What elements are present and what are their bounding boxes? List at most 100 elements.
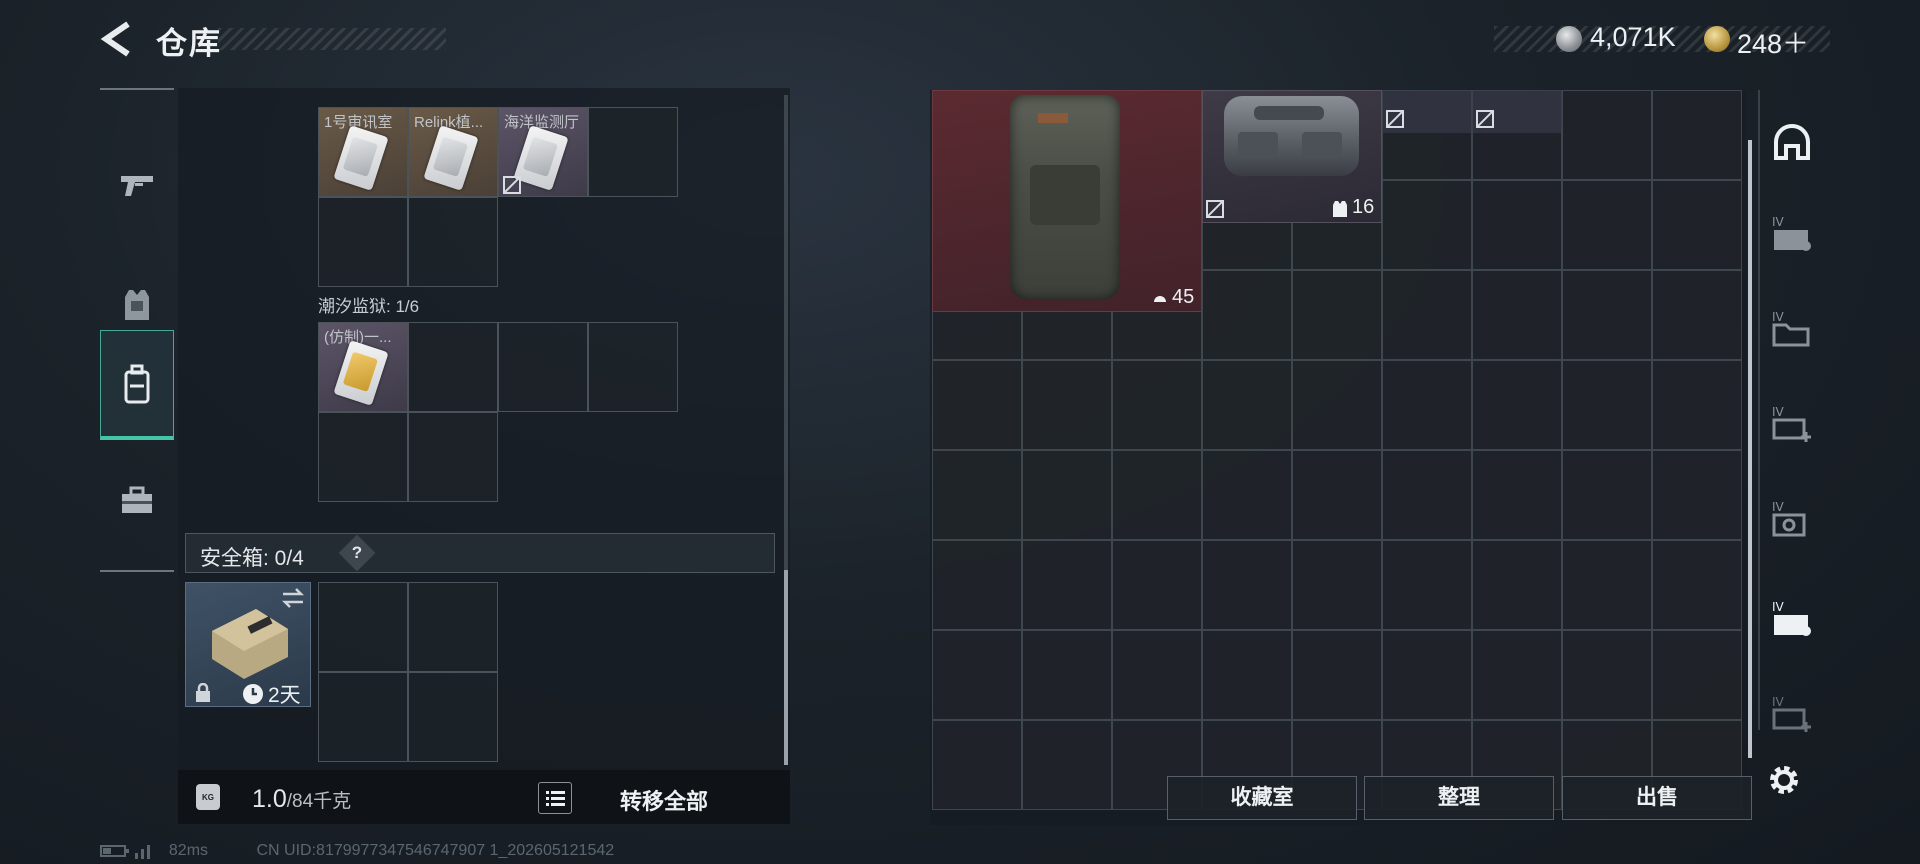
stash-slot[interactable] [1382,540,1472,630]
stash-slot[interactable] [1292,360,1382,450]
stash-scrollbar[interactable] [1748,140,1752,758]
stash-slot[interactable] [932,540,1022,630]
stash-tab-equipment[interactable]: IV [1768,595,1816,643]
stash-slot[interactable] [1202,630,1292,720]
stash-slot[interactable] [1112,540,1202,630]
empty-slot[interactable] [408,412,498,502]
stash-slot[interactable] [1382,270,1472,360]
keycard-slot[interactable]: (仿制)一... [318,322,408,412]
safe-box-header: 安全箱: 0/4 ? [185,533,775,573]
empty-slot[interactable] [408,672,498,762]
settings-button[interactable] [1766,762,1802,803]
safe-box-item[interactable]: 2天 [185,582,311,707]
stash-slot[interactable] [1112,630,1202,720]
stash-slot[interactable] [1562,270,1652,360]
gold-currency[interactable]: 248＋ [1737,22,1809,61]
stash-slot[interactable] [1022,450,1112,540]
inventory-scrollbar-thumb[interactable] [784,570,788,765]
stash-slot[interactable] [1292,270,1382,360]
stash-tab-folder[interactable]: IV [1768,305,1816,353]
stash-slot[interactable] [1562,630,1652,720]
help-button[interactable]: ? [338,534,376,572]
empty-slot[interactable] [408,582,498,672]
stash-slot[interactable] [1472,630,1562,720]
bag-capacity: 16 [1352,196,1375,218]
keycard-slot[interactable]: 海洋监测厅 [498,107,588,197]
stash-slot[interactable] [1562,360,1652,450]
stash-tab-medical[interactable]: IV [1768,400,1816,448]
stash-tab-chest-rig[interactable]: IV [1768,210,1816,258]
sort-button[interactable]: 整理 [1364,776,1554,820]
stash-slot[interactable] [1472,180,1562,270]
item-name: (仿制)一... [324,329,392,346]
stash-tab-valuables[interactable]: IV [1768,495,1816,543]
stash-slot[interactable] [1202,270,1292,360]
empty-slot[interactable] [408,197,498,287]
stash-slot[interactable] [1652,90,1742,180]
stash-slot[interactable] [1022,540,1112,630]
stash-slot[interactable] [1112,360,1202,450]
keycard-slot[interactable]: Relink植... [408,107,498,197]
stash-slot[interactable] [1652,540,1742,630]
empty-slot[interactable] [588,107,678,197]
empty-slot[interactable] [588,322,678,412]
stash-slot[interactable] [1562,540,1652,630]
stash-slot[interactable] [1562,180,1652,270]
stash-slot[interactable] [1292,630,1382,720]
nav-backpack[interactable] [100,330,174,440]
stash-slot[interactable] [1202,540,1292,630]
help-icon: ? [351,543,363,562]
empty-slot[interactable] [408,322,498,412]
item-name: 海洋监测厅 [504,114,580,131]
stash-slot[interactable] [932,720,1022,810]
stash-slot[interactable] [1292,540,1382,630]
helmet-icon [1774,124,1810,160]
stash-slot[interactable] [1472,360,1562,450]
empty-slot[interactable] [318,197,408,287]
stash-slot[interactable] [1382,360,1472,450]
grid-gap [498,197,588,287]
sell-button[interactable]: 出售 [1562,776,1752,820]
stash-tab-helmet[interactable] [1768,120,1816,168]
stash-slot[interactable] [1472,450,1562,540]
stash-slot[interactable] [1292,450,1382,540]
stash-slot[interactable] [1652,360,1742,450]
stash-tab-health[interactable]: IV [1768,690,1816,738]
stash-slot[interactable] [1112,450,1202,540]
stash-slot[interactable] [1562,90,1652,180]
stash-slot[interactable] [932,360,1022,450]
stash-slot[interactable] [1652,450,1742,540]
stash-slot[interactable] [1382,630,1472,720]
stash-slot[interactable] [932,450,1022,540]
tide-prison-label: 潮汐监狱: 1/6 [318,297,420,316]
empty-slot[interactable] [318,672,408,762]
empty-slot[interactable] [498,322,588,412]
keycard-slot[interactable]: 1号审讯室 [318,107,408,197]
stash-slot[interactable] [1382,180,1472,270]
stash-slot[interactable] [1022,630,1112,720]
stash-slot[interactable] [1202,360,1292,450]
stash-slot[interactable] [1472,270,1562,360]
empty-slot[interactable] [318,582,408,672]
stash-slot[interactable] [1022,360,1112,450]
stash-slot[interactable] [1562,450,1652,540]
stash-slot[interactable] [1202,450,1292,540]
stash-slot[interactable] [1472,540,1562,630]
stash-slot[interactable] [1652,630,1742,720]
stash-slot[interactable] [1382,450,1472,540]
stash-slot[interactable] [1652,270,1742,360]
weight-icon: KG [196,784,220,810]
stash-slot[interactable] [1022,720,1112,810]
empty-slot[interactable] [318,412,408,502]
list-view-button[interactable] [538,782,572,814]
camera-icon: IV [1772,500,1806,537]
svg-text:IV: IV [1772,405,1785,419]
transfer-all-button[interactable]: 转移全部 [620,784,708,816]
nav-weapons[interactable] [100,130,174,240]
stash-slot[interactable] [1652,180,1742,270]
safe-case-icon [212,609,288,679]
stash-slot[interactable] [932,630,1022,720]
back-button[interactable] [98,20,136,58]
nav-toolbox[interactable] [100,445,174,555]
collection-button[interactable]: 收藏室 [1167,776,1357,820]
